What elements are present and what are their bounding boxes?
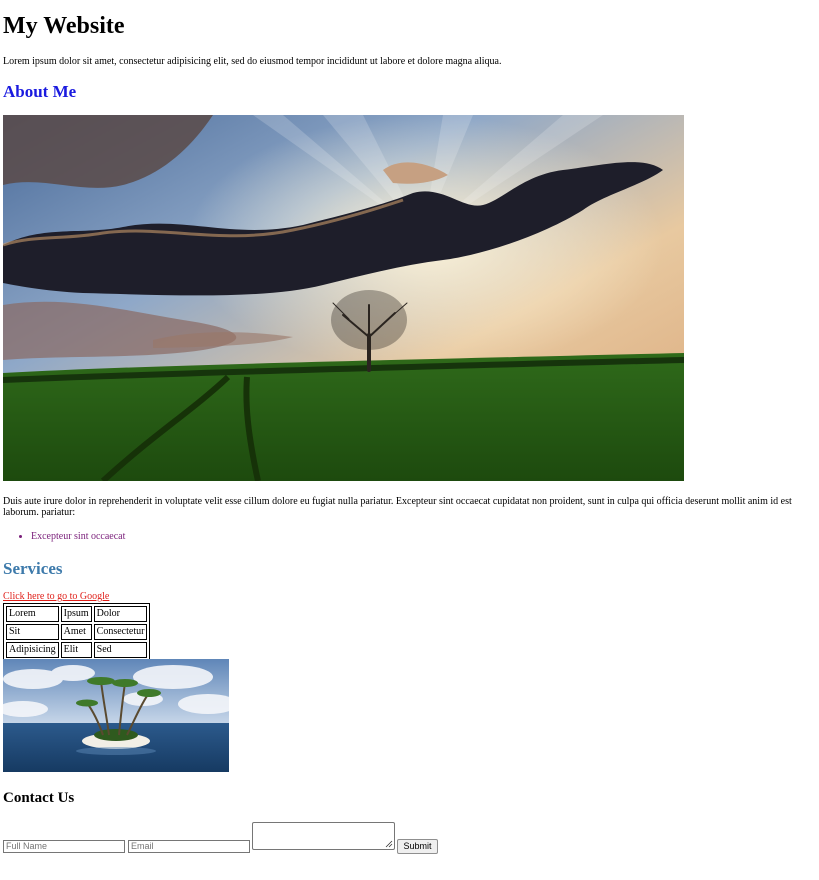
table-cell: Sit bbox=[6, 624, 59, 640]
table-cell: Ipsum bbox=[60, 606, 92, 622]
email-placeholder: Email bbox=[131, 841, 154, 851]
about-list: Excepteur sint occaecat bbox=[3, 531, 125, 543]
table-cell: Elit bbox=[60, 642, 92, 658]
table-cell: Dolor bbox=[93, 606, 148, 622]
google-link[interactable]: Click here to go to Google bbox=[3, 591, 109, 603]
table-cell: Amet bbox=[60, 624, 92, 640]
table-row: Adipisicing Elit Sed bbox=[6, 642, 148, 658]
email-field[interactable]: Email bbox=[128, 840, 250, 853]
site-title: My Website bbox=[3, 13, 125, 39]
landscape-image bbox=[3, 115, 684, 481]
island-image bbox=[3, 659, 229, 772]
submit-button[interactable]: Submit bbox=[397, 839, 438, 854]
intro-text: Lorem ipsum dolor sit amet, consectetur … bbox=[3, 56, 502, 67]
table-cell: Adipisicing bbox=[6, 642, 59, 658]
table-cell: Sed bbox=[93, 642, 148, 658]
list-item: Excepteur sint occaecat bbox=[31, 531, 125, 543]
full-name-placeholder: Full Name bbox=[6, 841, 48, 851]
table-row: Sit Amet Consectetur bbox=[6, 624, 148, 640]
table-cell: Lorem bbox=[6, 606, 59, 622]
services-table: Lorem Ipsum Dolor Sit Amet Consectetur A… bbox=[3, 603, 151, 661]
contact-heading: Contact Us bbox=[3, 790, 75, 806]
about-heading: About Me bbox=[3, 82, 77, 101]
table-cell: Consectetur bbox=[93, 624, 148, 640]
resize-handle-icon[interactable] bbox=[385, 840, 393, 848]
message-textarea[interactable] bbox=[252, 822, 395, 850]
full-name-field[interactable]: Full Name bbox=[3, 840, 125, 853]
services-heading: Services bbox=[3, 559, 63, 578]
about-paragraph: Duis aute irure dolor in reprehenderit i… bbox=[3, 496, 792, 518]
table-row: Lorem Ipsum Dolor bbox=[6, 606, 148, 622]
